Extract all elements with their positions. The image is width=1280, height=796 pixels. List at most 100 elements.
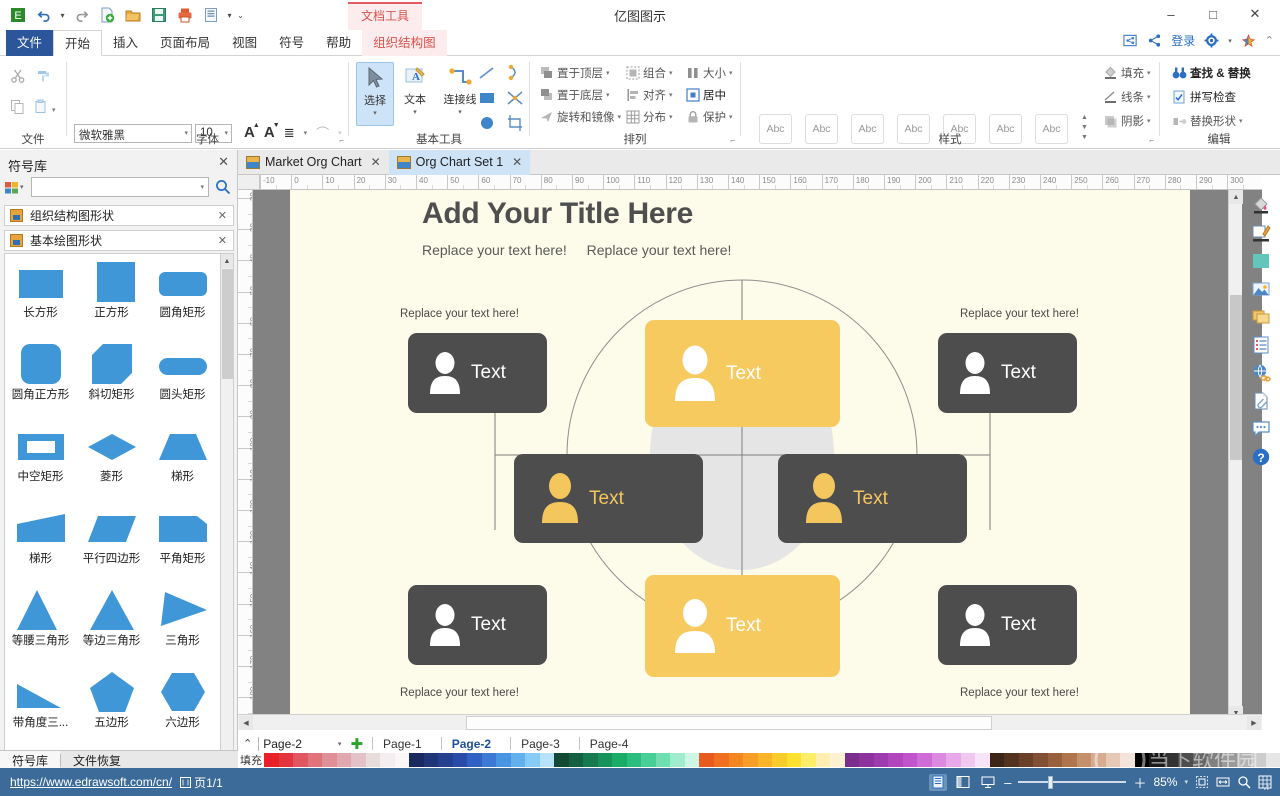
node-top-right[interactable]: Text: [938, 333, 1077, 413]
color-swatch[interactable]: [1222, 753, 1237, 767]
layers-icon[interactable]: [1248, 304, 1274, 330]
doc-tab-org-chart-set-1[interactable]: Org Chart Set 1 ✕: [388, 149, 531, 175]
color-swatch[interactable]: [1236, 753, 1252, 767]
attachment-icon[interactable]: [1248, 388, 1274, 414]
caption-top-left[interactable]: Replace your text here!: [400, 308, 519, 320]
shape-item[interactable]: 长方形: [5, 258, 76, 340]
export-icon[interactable]: [199, 4, 223, 26]
curve-icon[interactable]: [505, 64, 529, 85]
color-swatch[interactable]: [684, 753, 700, 767]
color-swatch[interactable]: [786, 753, 802, 767]
settings-gear-icon[interactable]: [1204, 33, 1219, 48]
shape-item[interactable]: 斜切矩形: [76, 340, 147, 422]
tab-insert[interactable]: 插入: [102, 30, 149, 56]
text-tool-button[interactable]: A 文本 ▾: [396, 62, 434, 126]
color-swatch[interactable]: [960, 753, 976, 767]
export-caret-icon[interactable]: ▾: [225, 11, 234, 20]
zoom-area-icon[interactable]: [1237, 775, 1251, 789]
color-swatch[interactable]: [423, 753, 439, 767]
shadow-button[interactable]: 阴影 ▾: [1101, 112, 1153, 130]
search-icon[interactable]: [212, 179, 234, 195]
chevron-down-icon[interactable]: ▾: [729, 69, 733, 77]
color-swatch[interactable]: [1033, 753, 1048, 767]
caption-bottom-left[interactable]: Replace your text here!: [400, 687, 519, 699]
doc-tab-market-org-chart[interactable]: Market Org Chart ✕: [238, 150, 389, 175]
gallery-scroll-down-icon[interactable]: ▼: [1081, 124, 1088, 131]
shape-item[interactable]: 菱形: [76, 422, 147, 504]
color-swatch[interactable]: [641, 753, 656, 767]
qat-more-icon[interactable]: ⌄: [236, 11, 245, 20]
shape-item[interactable]: 带角度三...: [5, 668, 76, 750]
color-swatch[interactable]: [365, 753, 381, 767]
color-swatch[interactable]: [1120, 753, 1135, 767]
page-tab-2[interactable]: Page-2: [442, 737, 501, 751]
color-swatch[interactable]: [873, 753, 889, 767]
properties-list-icon[interactable]: [1248, 332, 1274, 358]
chevron-down-icon[interactable]: ▾: [669, 113, 673, 121]
shape-item[interactable]: 中空矩形: [5, 422, 76, 504]
color-swatch[interactable]: [322, 753, 337, 767]
single-page-view-icon[interactable]: [929, 773, 948, 791]
color-swatch[interactable]: [917, 753, 932, 767]
canvas-vertical-scrollbar[interactable]: ▲ ▼: [1228, 190, 1243, 720]
chevron-down-icon[interactable]: ▾: [200, 183, 204, 191]
color-swatch[interactable]: [525, 753, 540, 767]
pen-edit-icon[interactable]: [1248, 220, 1274, 246]
color-swatch[interactable]: [568, 753, 584, 767]
spellcheck-button[interactable]: 拼写检查: [1170, 88, 1253, 106]
node-top-center[interactable]: Text: [645, 320, 840, 427]
color-swatch[interactable]: [336, 753, 352, 767]
chevron-down-icon[interactable]: ▾: [458, 108, 462, 116]
color-swatch[interactable]: [902, 753, 918, 767]
fit-page-icon[interactable]: [1195, 775, 1209, 789]
tab-home[interactable]: 开始: [53, 30, 103, 56]
page-subtitle[interactable]: Replace your text here! Replace your tex…: [422, 242, 747, 258]
shape-item[interactable]: 正方形: [76, 258, 147, 340]
color-swatch[interactable]: [583, 753, 598, 767]
close-button[interactable]: ✕: [1234, 0, 1276, 28]
color-swatch[interactable]: [757, 753, 773, 767]
node-bottom-center[interactable]: Text: [645, 575, 840, 677]
undo-caret-icon[interactable]: ▾: [58, 11, 67, 20]
category-close-icon[interactable]: ✕: [218, 209, 227, 222]
node-middle-left[interactable]: Text: [514, 454, 703, 543]
line-icon[interactable]: [477, 64, 501, 85]
shape-item[interactable]: 圆角正方形: [5, 340, 76, 422]
color-swatch[interactable]: [1251, 753, 1266, 767]
color-swatch[interactable]: [351, 753, 366, 767]
color-swatch[interactable]: [1062, 753, 1077, 767]
chevron-down-icon[interactable]: ▾: [413, 108, 417, 116]
color-swatch[interactable]: [1178, 753, 1193, 767]
chevron-down-icon[interactable]: ▾: [1239, 117, 1243, 125]
chevron-down-icon[interactable]: ▾: [1147, 69, 1151, 77]
cut-icon[interactable]: [10, 68, 26, 87]
font-dialog-launcher[interactable]: ⌐: [339, 136, 344, 145]
color-swatch[interactable]: [293, 753, 308, 767]
scroll-right-icon[interactable]: ▶: [1247, 716, 1261, 730]
node-bottom-left[interactable]: Text: [408, 585, 547, 665]
color-swatch[interactable]: [815, 753, 831, 767]
chevron-down-icon[interactable]: ▾: [606, 69, 610, 77]
caption-bottom-right[interactable]: Replace your text here!: [960, 687, 1079, 699]
color-swatch[interactable]: [655, 753, 671, 767]
zoom-out-button[interactable]: –: [1004, 775, 1011, 790]
color-swatch[interactable]: [772, 753, 787, 767]
color-swatch[interactable]: [1105, 753, 1121, 767]
fit-width-icon[interactable]: [1216, 775, 1230, 789]
bring-to-front-button[interactable]: 置于顶层 ▾: [538, 64, 624, 82]
replace-shape-button[interactable]: 替换形状 ▾: [1170, 112, 1253, 130]
chevron-down-icon[interactable]: ▾: [1147, 93, 1151, 101]
color-swatch[interactable]: [1193, 753, 1208, 767]
shape-item[interactable]: 圆角矩形: [147, 258, 218, 340]
symbol-panel-close-icon[interactable]: ✕: [218, 154, 229, 170]
edraw-website-link[interactable]: https://www.edrawsoft.com/cn/: [10, 775, 172, 789]
zoom-dropdown-icon[interactable]: ▾: [1184, 778, 1188, 786]
new-document-icon[interactable]: [95, 4, 119, 26]
doc-tab-close-icon[interactable]: ✕: [512, 155, 522, 169]
node-middle-right[interactable]: Text: [778, 454, 967, 543]
color-swatch[interactable]: [830, 753, 845, 767]
shape-item[interactable]: 圆头矩形: [147, 340, 218, 422]
collapse-pages-icon[interactable]: ⌃: [243, 737, 252, 750]
color-swatch[interactable]: [496, 753, 511, 767]
color-swatch[interactable]: [1047, 753, 1063, 767]
